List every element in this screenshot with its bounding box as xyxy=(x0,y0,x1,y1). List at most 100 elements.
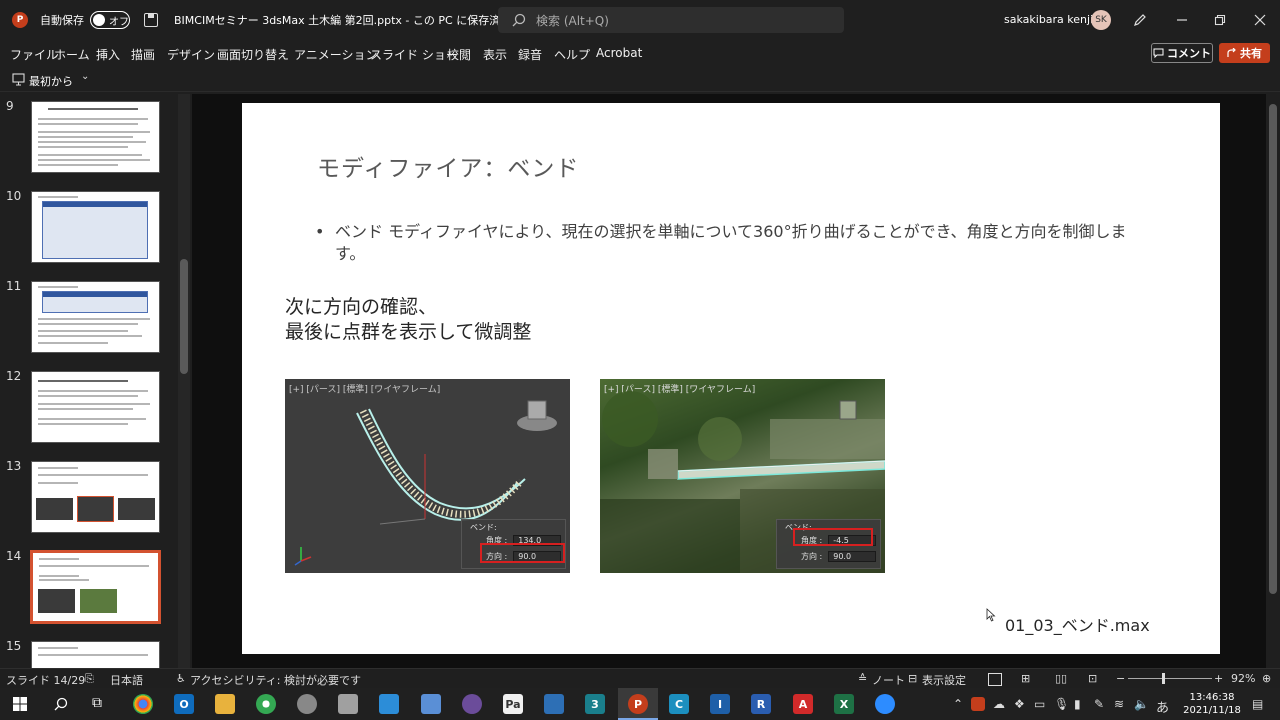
slack-icon[interactable] xyxy=(462,694,482,714)
zoom-in-icon[interactable]: + xyxy=(1214,672,1223,685)
device-icon[interactable]: ▭ xyxy=(1034,697,1045,711)
slide-canvas[interactable]: モディファイア：ベンド • ベンド モディファイヤにより、現在の選択を単軸につい… xyxy=(242,103,1220,654)
customize-toolbar-icon[interactable]: ⌄ xyxy=(81,71,89,82)
task-view-icon[interactable]: ⧉ xyxy=(92,695,102,711)
tab-file[interactable]: ファイル xyxy=(10,46,58,63)
accessibility-status[interactable]: アクセシビリティ: 検討が必要です xyxy=(190,672,361,688)
infraworks-icon[interactable]: I xyxy=(710,694,730,714)
tab-animations[interactable]: アニメーション xyxy=(294,46,378,63)
tab-review[interactable]: 校閲 xyxy=(447,46,471,63)
fit-to-window-icon[interactable]: ⊕ xyxy=(1262,672,1271,685)
document-title[interactable]: BIMCIMセミナー 3dsMax 土木編 第2回.pptx - この PC に… xyxy=(174,12,524,28)
tab-transitions[interactable]: 画面切り替え xyxy=(217,46,289,63)
thumbnail-scrollbar[interactable] xyxy=(178,94,190,668)
outlook-icon[interactable]: O xyxy=(174,694,194,714)
share-button[interactable]: 共有 xyxy=(1219,43,1270,63)
notification-icon[interactable]: ▤ xyxy=(1252,697,1263,711)
direction-field[interactable]: 90.0 xyxy=(828,551,877,562)
slideshow-view-icon[interactable]: ⊡ xyxy=(1088,672,1097,685)
language-indicator[interactable]: 日本語 xyxy=(110,672,143,688)
wireframe-viewport-image[interactable]: [+] [パース] [標準] [ワイヤフレーム] ベンド: 角度 : 134.0… xyxy=(285,379,570,573)
ime-indicator[interactable]: あ xyxy=(1156,697,1169,716)
app-icon[interactable] xyxy=(338,694,358,714)
minimize-icon[interactable] xyxy=(1174,12,1190,28)
zoom-out-icon[interactable]: − xyxy=(1116,672,1125,685)
autosave-toggle[interactable]: オフ xyxy=(90,11,130,29)
pen-icon[interactable]: ✎ xyxy=(1094,697,1104,711)
zoom-slider-thumb[interactable] xyxy=(1162,673,1165,684)
windows-start-icon[interactable] xyxy=(13,697,27,711)
tab-home[interactable]: ホーム xyxy=(54,46,90,63)
revit-icon[interactable]: R xyxy=(751,694,771,714)
paint-icon[interactable]: Pa xyxy=(503,694,523,714)
vpn-icon[interactable] xyxy=(297,694,317,714)
taskbar-search-icon[interactable] xyxy=(54,697,68,711)
display-settings-icon[interactable]: ⊟ xyxy=(908,672,917,685)
editor-scrollbar[interactable] xyxy=(1266,94,1280,668)
slide-thumbnail-9[interactable] xyxy=(31,101,160,173)
tab-insert[interactable]: 挿入 xyxy=(96,46,120,63)
tab-help[interactable]: ヘルプ xyxy=(554,46,590,63)
scrollbar-thumb[interactable] xyxy=(180,259,188,374)
display-settings-button[interactable]: 表示設定 xyxy=(922,672,966,688)
microphone-icon[interactable]: 🎙 xyxy=(1054,697,1069,711)
onedrive-icon[interactable]: ☁ xyxy=(993,697,1005,711)
slide-thumbnail-12[interactable] xyxy=(31,371,160,443)
bullet-text[interactable]: • ベンド モディファイヤにより、現在の選択を単軸について360°折り曲げること… xyxy=(315,221,1145,265)
tab-view[interactable]: 表示 xyxy=(483,46,507,63)
normal-view-icon[interactable] xyxy=(988,673,1002,686)
tab-slideshow[interactable]: スライド ショー xyxy=(370,46,458,63)
volume-icon[interactable]: 🔈 xyxy=(1134,697,1149,711)
dropbox-icon[interactable]: ❖ xyxy=(1014,697,1025,711)
notes-button[interactable]: ノート xyxy=(872,672,905,688)
chrome-profile-icon[interactable] xyxy=(256,694,276,714)
pen-icon[interactable] xyxy=(1132,12,1148,28)
civil3d-icon[interactable]: C xyxy=(669,694,689,714)
zoom-slider[interactable] xyxy=(1128,673,1212,684)
zoom-app-icon[interactable] xyxy=(875,694,895,714)
snipping-tool-icon[interactable] xyxy=(544,694,564,714)
file-name-text[interactable]: 01_03_ベンド.max xyxy=(1005,612,1150,636)
chrome-icon[interactable] xyxy=(133,694,153,714)
calculator-icon[interactable] xyxy=(421,694,441,714)
presentation-icon[interactable] xyxy=(12,73,25,86)
powerpoint-icon[interactable]: P xyxy=(628,694,648,714)
tray-app-icon[interactable] xyxy=(971,697,985,711)
comment-button[interactable]: コメント xyxy=(1151,43,1213,63)
user-name[interactable]: sakakibara kenji xyxy=(1004,13,1093,26)
excel-icon[interactable]: X xyxy=(834,694,854,714)
from-start-button[interactable]: 最初から xyxy=(29,73,73,89)
slide-sorter-icon[interactable]: ⊞ xyxy=(1021,672,1030,685)
proofing-icon[interactable]: ⎘ xyxy=(85,672,94,686)
autocad-icon[interactable]: A xyxy=(793,694,813,714)
avatar[interactable]: SK xyxy=(1091,10,1111,30)
slide-thumbnail-13[interactable] xyxy=(31,461,160,533)
slide-thumbnail-10[interactable] xyxy=(31,191,160,263)
tab-acrobat[interactable]: Acrobat xyxy=(596,46,642,60)
tab-design[interactable]: デザイン xyxy=(167,46,215,63)
notes-icon[interactable]: ≙ xyxy=(858,672,867,685)
remote-desktop-icon[interactable] xyxy=(379,694,399,714)
3dsmax-icon[interactable]: 3 xyxy=(585,694,605,714)
scrollbar-thumb[interactable] xyxy=(1269,104,1277,594)
taskbar-clock[interactable]: 13:46:38 2021/11/18 xyxy=(1180,691,1244,717)
slide-title[interactable]: モディファイア：ベンド xyxy=(317,149,579,183)
accessibility-icon[interactable]: ♿ xyxy=(176,672,186,685)
zoom-level[interactable]: 92% xyxy=(1231,672,1255,685)
slide-thumbnail-14[interactable] xyxy=(30,550,161,624)
body-text[interactable]: 次に方向の確認、 最後に点群を表示して微調整 xyxy=(285,295,531,345)
restore-icon[interactable] xyxy=(1212,12,1228,28)
battery-icon[interactable]: ▮ xyxy=(1074,697,1081,711)
search-input[interactable]: 検索 (Alt+Q) xyxy=(498,7,844,33)
save-icon[interactable] xyxy=(144,13,158,27)
close-icon[interactable] xyxy=(1252,12,1268,28)
wifi-icon[interactable]: ≋ xyxy=(1114,697,1124,711)
file-explorer-icon[interactable] xyxy=(215,694,235,714)
point-cloud-viewport-image[interactable]: [+] [パース] [標準] [ワイヤフレーム] ベンド: 角度 : -4.5 … xyxy=(600,379,885,573)
slide-thumbnail-11[interactable] xyxy=(31,281,160,353)
tray-overflow-icon[interactable]: ⌃ xyxy=(953,697,963,711)
slide-thumbnail-15[interactable] xyxy=(31,641,160,668)
tab-draw[interactable]: 描画 xyxy=(131,46,155,63)
reading-view-icon[interactable]: ▯▯ xyxy=(1055,672,1067,685)
tab-record[interactable]: 録音 xyxy=(518,46,542,63)
